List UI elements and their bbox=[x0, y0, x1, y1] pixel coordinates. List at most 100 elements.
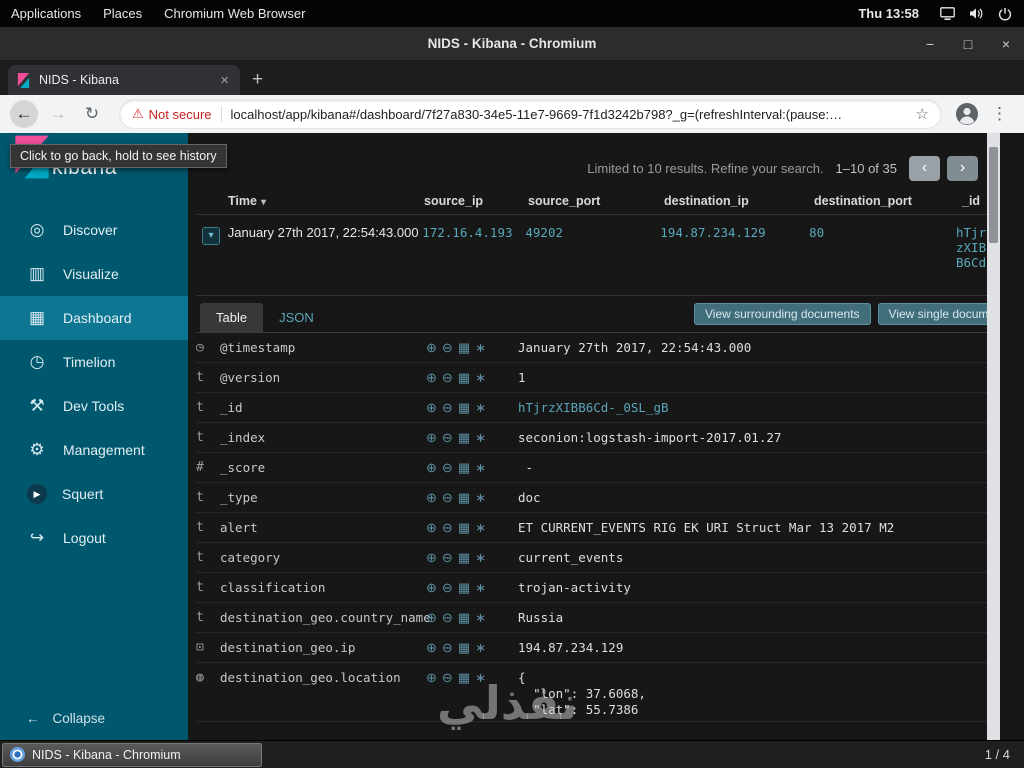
filter-for-value-icon[interactable]: ⊕ bbox=[426, 580, 437, 596]
filter-for-field-present-icon[interactable]: ∗ bbox=[475, 400, 486, 416]
filter-for-field-present-icon[interactable]: ∗ bbox=[475, 430, 486, 446]
filter-for-field-present-icon[interactable]: ∗ bbox=[475, 640, 486, 656]
taskbar-window-button[interactable]: NIDS - Kibana - Chromium bbox=[2, 742, 262, 767]
sidebar-item-dashboard[interactable]: ▦ Dashboard bbox=[0, 296, 188, 340]
filter-out-value-icon[interactable]: ⊖ bbox=[442, 610, 453, 626]
sidebar-item-discover[interactable]: ◎ Discover bbox=[0, 208, 188, 252]
browser-tab[interactable]: NIDS - Kibana × bbox=[8, 65, 240, 95]
next-page-button[interactable]: › bbox=[947, 155, 978, 181]
bookmark-star-icon[interactable]: ☆ bbox=[916, 105, 929, 123]
minimize-button[interactable]: − bbox=[922, 36, 938, 52]
power-icon[interactable] bbox=[998, 7, 1012, 21]
toggle-column-icon[interactable]: ▦ bbox=[458, 520, 470, 536]
filter-for-value-icon[interactable]: ⊕ bbox=[426, 430, 437, 446]
new-tab-button[interactable]: + bbox=[240, 69, 275, 95]
filter-out-value-icon[interactable]: ⊖ bbox=[442, 370, 453, 386]
filter-for-field-present-icon[interactable]: ∗ bbox=[475, 490, 486, 506]
tab-table[interactable]: Table bbox=[200, 303, 264, 332]
kibana-main: Limited to 10 results. Refine your searc… bbox=[188, 133, 988, 740]
filter-for-value-icon[interactable]: ⊕ bbox=[426, 400, 437, 416]
filter-out-value-icon[interactable]: ⊖ bbox=[442, 430, 453, 446]
filter-for-value-icon[interactable]: ⊕ bbox=[426, 520, 437, 536]
back-button[interactable]: ← bbox=[10, 100, 38, 128]
display-icon[interactable] bbox=[940, 6, 955, 21]
places-menu[interactable]: Places bbox=[92, 6, 153, 21]
tab-close-icon[interactable]: × bbox=[217, 72, 232, 89]
filter-for-field-present-icon[interactable]: ∗ bbox=[475, 610, 486, 626]
filter-for-field-present-icon[interactable]: ∗ bbox=[475, 520, 486, 536]
filter-for-field-present-icon[interactable]: ∗ bbox=[475, 460, 486, 476]
filter-for-value-icon[interactable]: ⊕ bbox=[426, 340, 437, 356]
doc-field-row: t alert ⊕ ⊖ ▦ ∗ ET CURRENT_EVENTS RIG EK… bbox=[196, 513, 988, 543]
column-header-destination-ip[interactable]: destination_ip bbox=[664, 194, 814, 208]
active-app-menu[interactable]: Chromium Web Browser bbox=[153, 6, 316, 21]
kibana-nav: ◎ Discover ▥ Visualize ▦ Dashboard ◷ Tim… bbox=[0, 208, 188, 560]
filter-out-value-icon[interactable]: ⊖ bbox=[442, 340, 453, 356]
filter-for-value-icon[interactable]: ⊕ bbox=[426, 490, 437, 506]
filter-out-value-icon[interactable]: ⊖ bbox=[442, 400, 453, 416]
applications-menu[interactable]: Applications bbox=[0, 6, 92, 21]
toggle-column-icon[interactable]: ▦ bbox=[458, 640, 470, 656]
sidebar-item-visualize[interactable]: ▥ Visualize bbox=[0, 252, 188, 296]
column-header-time[interactable]: Time ▾ bbox=[228, 194, 424, 208]
toggle-column-icon[interactable]: ▦ bbox=[458, 580, 470, 596]
filter-for-value-icon[interactable]: ⊕ bbox=[426, 460, 437, 476]
toggle-column-icon[interactable]: ▦ bbox=[458, 370, 470, 386]
view-surrounding-documents-button[interactable]: View surrounding documents bbox=[694, 303, 871, 325]
filter-out-value-icon[interactable]: ⊖ bbox=[442, 490, 453, 506]
filter-for-value-icon[interactable]: ⊕ bbox=[426, 670, 437, 686]
toggle-column-icon[interactable]: ▦ bbox=[458, 340, 470, 356]
filter-for-field-present-icon[interactable]: ∗ bbox=[475, 550, 486, 566]
view-single-document-button[interactable]: View single document bbox=[877, 303, 988, 325]
filter-for-value-icon[interactable]: ⊕ bbox=[426, 640, 437, 656]
toggle-column-icon[interactable]: ▦ bbox=[458, 610, 470, 626]
address-bar[interactable]: ⚠ Not secure localhost/app/kibana#/dashb… bbox=[120, 100, 941, 128]
browser-menu-icon[interactable]: ⋮ bbox=[985, 104, 1014, 124]
scrollbar[interactable] bbox=[987, 133, 1000, 740]
reload-button[interactable]: ↻ bbox=[78, 100, 106, 128]
workspace-indicator[interactable]: 1 / 4 bbox=[985, 747, 1024, 762]
column-header-id[interactable]: _id bbox=[954, 194, 988, 208]
clock[interactable]: Thu 13:58 bbox=[858, 6, 919, 21]
profile-avatar-icon[interactable] bbox=[955, 102, 979, 126]
maximize-button[interactable]: □ bbox=[960, 36, 976, 52]
filter-out-value-icon[interactable]: ⊖ bbox=[442, 550, 453, 566]
toggle-column-icon[interactable]: ▦ bbox=[458, 400, 470, 416]
forward-button[interactable]: → bbox=[44, 100, 72, 128]
sidebar-item-management[interactable]: ⚙ Management bbox=[0, 428, 188, 472]
filter-for-value-icon[interactable]: ⊕ bbox=[426, 370, 437, 386]
url-text[interactable]: localhost/app/kibana#/dashboard/7f27a830… bbox=[231, 107, 908, 122]
column-header-destination-port[interactable]: destination_port bbox=[814, 194, 954, 208]
prev-page-button[interactable]: ‹ bbox=[909, 155, 940, 181]
filter-for-field-present-icon[interactable]: ∗ bbox=[475, 340, 486, 356]
tab-json[interactable]: JSON bbox=[263, 303, 330, 332]
toggle-column-icon[interactable]: ▦ bbox=[458, 460, 470, 476]
filter-out-value-icon[interactable]: ⊖ bbox=[442, 460, 453, 476]
not-secure-label[interactable]: Not secure bbox=[149, 107, 212, 122]
sidebar-item-label: Visualize bbox=[63, 266, 119, 282]
not-secure-warning-icon[interactable]: ⚠ bbox=[132, 106, 144, 122]
toggle-column-icon[interactable]: ▦ bbox=[458, 430, 470, 446]
filter-out-value-icon[interactable]: ⊖ bbox=[442, 520, 453, 536]
column-header-source-ip[interactable]: source_ip bbox=[424, 194, 528, 208]
toggle-column-icon[interactable]: ▦ bbox=[458, 550, 470, 566]
sidebar-item-squert[interactable]: ▶ Squert bbox=[0, 472, 188, 516]
doc-field-row: t _type ⊕ ⊖ ▦ ∗ doc bbox=[196, 483, 988, 513]
filter-for-value-icon[interactable]: ⊕ bbox=[426, 610, 437, 626]
collapse-button[interactable]: ← Collapse bbox=[26, 711, 105, 726]
scrollbar-thumb[interactable] bbox=[989, 147, 998, 243]
sidebar-item-dev-tools[interactable]: ⚒ Dev Tools bbox=[0, 384, 188, 428]
collapse-row-caret-button[interactable]: ▾ bbox=[202, 227, 220, 245]
column-header-source-port[interactable]: source_port bbox=[528, 194, 664, 208]
window-titlebar[interactable]: NIDS - Kibana - Chromium − □ × bbox=[0, 27, 1024, 61]
sidebar-item-logout[interactable]: ↪ Logout bbox=[0, 516, 188, 560]
filter-for-field-present-icon[interactable]: ∗ bbox=[475, 580, 486, 596]
toggle-column-icon[interactable]: ▦ bbox=[458, 490, 470, 506]
volume-icon[interactable] bbox=[969, 7, 984, 20]
filter-for-field-present-icon[interactable]: ∗ bbox=[475, 370, 486, 386]
filter-for-value-icon[interactable]: ⊕ bbox=[426, 550, 437, 566]
filter-out-value-icon[interactable]: ⊖ bbox=[442, 640, 453, 656]
sidebar-item-timelion[interactable]: ◷ Timelion bbox=[0, 340, 188, 384]
filter-out-value-icon[interactable]: ⊖ bbox=[442, 580, 453, 596]
close-button[interactable]: × bbox=[998, 36, 1014, 52]
